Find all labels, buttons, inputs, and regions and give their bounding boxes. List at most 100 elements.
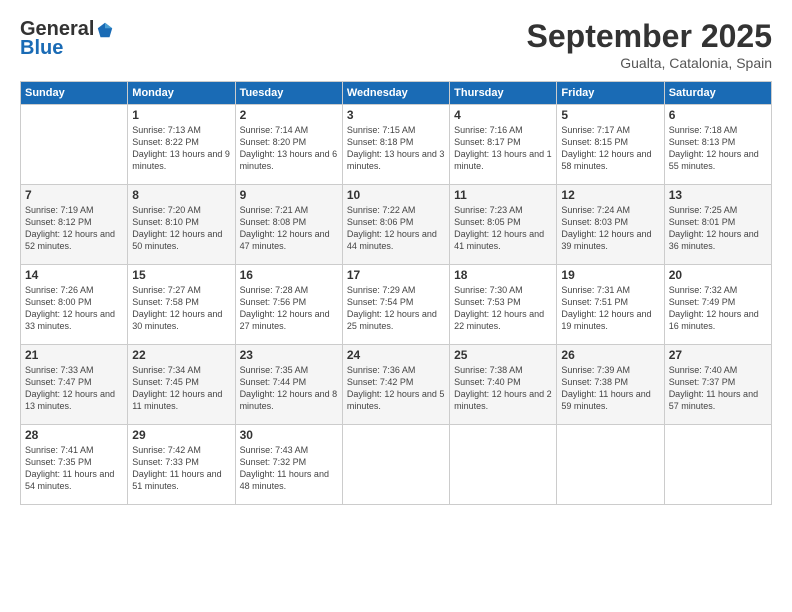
calendar-cell: 4Sunrise: 7:16 AMSunset: 8:17 PMDaylight…: [450, 105, 557, 185]
calendar-cell: 2 Sunrise: 7:14 AMSunset: 8:20 PMDaylight…: [235, 105, 342, 185]
calendar-cell: 18 Sunrise: 7:30 AMSunset: 7:53 PMDayligh…: [450, 265, 557, 345]
cell-day-number: 3: [347, 108, 445, 122]
cell-info: Sunrise: 7:39 AMSunset: 7:38 PMDaylight:…: [561, 364, 659, 413]
cell-info: Sunrise: 7:13 AMSunset: 8:22 PMDaylight:…: [132, 124, 230, 173]
cell-info: Sunrise: 7:21 AMSunset: 8:08 PMDaylight:…: [240, 204, 338, 253]
calendar-cell: 8 Sunrise: 7:20 AMSunset: 8:10 PMDaylight…: [128, 185, 235, 265]
calendar-week-row: 28 Sunrise: 7:41 AMSunset: 7:35 PMDayligh…: [21, 425, 772, 505]
cell-info: Sunrise: 7:22 AMSunset: 8:06 PMDaylight:…: [347, 204, 445, 253]
cell-day-number: 1: [132, 108, 230, 122]
cell-day-number: 2: [240, 108, 338, 122]
calendar-cell: 25 Sunrise: 7:38 AMSunset: 7:40 PMDayligh…: [450, 345, 557, 425]
page: General Blue September 2025 Gualta, Cata…: [0, 0, 792, 612]
cell-info: Sunrise: 7:26 AMSunset: 8:00 PMDaylight:…: [25, 284, 123, 333]
cell-info: Sunrise: 7:28 AMSunset: 7:56 PMDaylight:…: [240, 284, 338, 333]
cell-info: Sunrise: 7:38 AMSunset: 7:40 PMDaylight:…: [454, 364, 552, 413]
calendar-cell: 28 Sunrise: 7:41 AMSunset: 7:35 PMDayligh…: [21, 425, 128, 505]
cell-day-number: 16: [240, 268, 338, 282]
cell-day-number: 28: [25, 428, 123, 442]
calendar-day-header: Saturday: [664, 82, 771, 105]
logo-blue-text: Blue: [20, 37, 63, 60]
calendar-week-row: 14 Sunrise: 7:26 AMSunset: 8:00 PMDayligh…: [21, 265, 772, 345]
cell-info: Sunrise: 7:43 AMSunset: 7:32 PMDaylight:…: [240, 444, 338, 493]
calendar-cell: [557, 425, 664, 505]
cell-day-number: 23: [240, 348, 338, 362]
calendar-cell: 9 Sunrise: 7:21 AMSunset: 8:08 PMDaylight…: [235, 185, 342, 265]
cell-day-number: 8: [132, 188, 230, 202]
calendar-cell: 17 Sunrise: 7:29 AMSunset: 7:54 PMDayligh…: [342, 265, 449, 345]
month-title: September 2025: [527, 18, 772, 55]
calendar-cell: [21, 105, 128, 185]
calendar-cell: 23 Sunrise: 7:35 AMSunset: 7:44 PMDayligh…: [235, 345, 342, 425]
calendar-day-header: Friday: [557, 82, 664, 105]
calendar-day-header: Tuesday: [235, 82, 342, 105]
calendar-cell: 29 Sunrise: 7:42 AMSunset: 7:33 PMDayligh…: [128, 425, 235, 505]
calendar-cell: 1 Sunrise: 7:13 AMSunset: 8:22 PMDaylight…: [128, 105, 235, 185]
calendar-cell: 11Sunrise: 7:23 AMSunset: 8:05 PMDayligh…: [450, 185, 557, 265]
cell-info: Sunrise: 7:20 AMSunset: 8:10 PMDaylight:…: [132, 204, 230, 253]
calendar-week-row: 1 Sunrise: 7:13 AMSunset: 8:22 PMDaylight…: [21, 105, 772, 185]
header: General Blue September 2025 Gualta, Cata…: [20, 18, 772, 71]
calendar-cell: 6 Sunrise: 7:18 AMSunset: 8:13 PMDaylight…: [664, 105, 771, 185]
cell-day-number: 20: [669, 268, 767, 282]
calendar-cell: 12 Sunrise: 7:24 AMSunset: 8:03 PMDayligh…: [557, 185, 664, 265]
cell-day-number: 14: [25, 268, 123, 282]
cell-day-number: 11: [454, 188, 552, 202]
cell-info: Sunrise: 7:19 AMSunset: 8:12 PMDaylight:…: [25, 204, 123, 253]
calendar-cell: 14 Sunrise: 7:26 AMSunset: 8:00 PMDayligh…: [21, 265, 128, 345]
cell-day-number: 13: [669, 188, 767, 202]
subtitle: Gualta, Catalonia, Spain: [527, 55, 772, 71]
calendar-week-row: 21 Sunrise: 7:33 AMSunset: 7:47 PMDayligh…: [21, 345, 772, 425]
cell-info: Sunrise: 7:24 AMSunset: 8:03 PMDaylight:…: [561, 204, 659, 253]
cell-day-number: 17: [347, 268, 445, 282]
cell-day-number: 5: [561, 108, 659, 122]
cell-info: Sunrise: 7:40 AMSunset: 7:37 PMDaylight:…: [669, 364, 767, 413]
calendar-cell: [450, 425, 557, 505]
cell-info: Sunrise: 7:34 AMSunset: 7:45 PMDaylight:…: [132, 364, 230, 413]
cell-day-number: 19: [561, 268, 659, 282]
cell-info: Sunrise: 7:14 AMSunset: 8:20 PMDaylight:…: [240, 124, 338, 173]
calendar-cell: 10Sunrise: 7:22 AMSunset: 8:06 PMDayligh…: [342, 185, 449, 265]
calendar-cell: 21 Sunrise: 7:33 AMSunset: 7:47 PMDayligh…: [21, 345, 128, 425]
cell-info: Sunrise: 7:18 AMSunset: 8:13 PMDaylight:…: [669, 124, 767, 173]
cell-day-number: 6: [669, 108, 767, 122]
calendar-cell: 13 Sunrise: 7:25 AMSunset: 8:01 PMDayligh…: [664, 185, 771, 265]
cell-day-number: 25: [454, 348, 552, 362]
cell-info: Sunrise: 7:25 AMSunset: 8:01 PMDaylight:…: [669, 204, 767, 253]
cell-info: Sunrise: 7:30 AMSunset: 7:53 PMDaylight:…: [454, 284, 552, 333]
cell-info: Sunrise: 7:16 AMSunset: 8:17 PMDaylight:…: [454, 124, 552, 173]
calendar-day-header: Sunday: [21, 82, 128, 105]
calendar-cell: 30 Sunrise: 7:43 AMSunset: 7:32 PMDayligh…: [235, 425, 342, 505]
calendar-cell: 5 Sunrise: 7:17 AMSunset: 8:15 PMDaylight…: [557, 105, 664, 185]
cell-info: Sunrise: 7:29 AMSunset: 7:54 PMDaylight:…: [347, 284, 445, 333]
calendar-cell: 15Sunrise: 7:27 AMSunset: 7:58 PMDayligh…: [128, 265, 235, 345]
cell-day-number: 9: [240, 188, 338, 202]
cell-info: Sunrise: 7:35 AMSunset: 7:44 PMDaylight:…: [240, 364, 338, 413]
cell-day-number: 30: [240, 428, 338, 442]
cell-day-number: 24: [347, 348, 445, 362]
title-block: September 2025 Gualta, Catalonia, Spain: [527, 18, 772, 71]
cell-day-number: 27: [669, 348, 767, 362]
calendar-day-header: Wednesday: [342, 82, 449, 105]
cell-info: Sunrise: 7:33 AMSunset: 7:47 PMDaylight:…: [25, 364, 123, 413]
calendar-cell: [664, 425, 771, 505]
calendar-cell: 7 Sunrise: 7:19 AMSunset: 8:12 PMDaylight…: [21, 185, 128, 265]
cell-day-number: 21: [25, 348, 123, 362]
calendar-header-row: SundayMondayTuesdayWednesdayThursdayFrid…: [21, 82, 772, 105]
calendar: SundayMondayTuesdayWednesdayThursdayFrid…: [20, 81, 772, 505]
cell-info: Sunrise: 7:42 AMSunset: 7:33 PMDaylight:…: [132, 444, 230, 493]
cell-info: Sunrise: 7:36 AMSunset: 7:42 PMDaylight:…: [347, 364, 445, 413]
cell-day-number: 29: [132, 428, 230, 442]
calendar-cell: 22Sunrise: 7:34 AMSunset: 7:45 PMDayligh…: [128, 345, 235, 425]
cell-info: Sunrise: 7:41 AMSunset: 7:35 PMDaylight:…: [25, 444, 123, 493]
cell-day-number: 18: [454, 268, 552, 282]
calendar-week-row: 7 Sunrise: 7:19 AMSunset: 8:12 PMDaylight…: [21, 185, 772, 265]
calendar-cell: 24 Sunrise: 7:36 AMSunset: 7:42 PMDayligh…: [342, 345, 449, 425]
cell-day-number: 7: [25, 188, 123, 202]
cell-day-number: 12: [561, 188, 659, 202]
calendar-cell: 19Sunrise: 7:31 AMSunset: 7:51 PMDayligh…: [557, 265, 664, 345]
calendar-cell: 20Sunrise: 7:32 AMSunset: 7:49 PMDayligh…: [664, 265, 771, 345]
calendar-cell: [342, 425, 449, 505]
calendar-cell: 16 Sunrise: 7:28 AMSunset: 7:56 PMDayligh…: [235, 265, 342, 345]
cell-info: Sunrise: 7:17 AMSunset: 8:15 PMDaylight:…: [561, 124, 659, 173]
